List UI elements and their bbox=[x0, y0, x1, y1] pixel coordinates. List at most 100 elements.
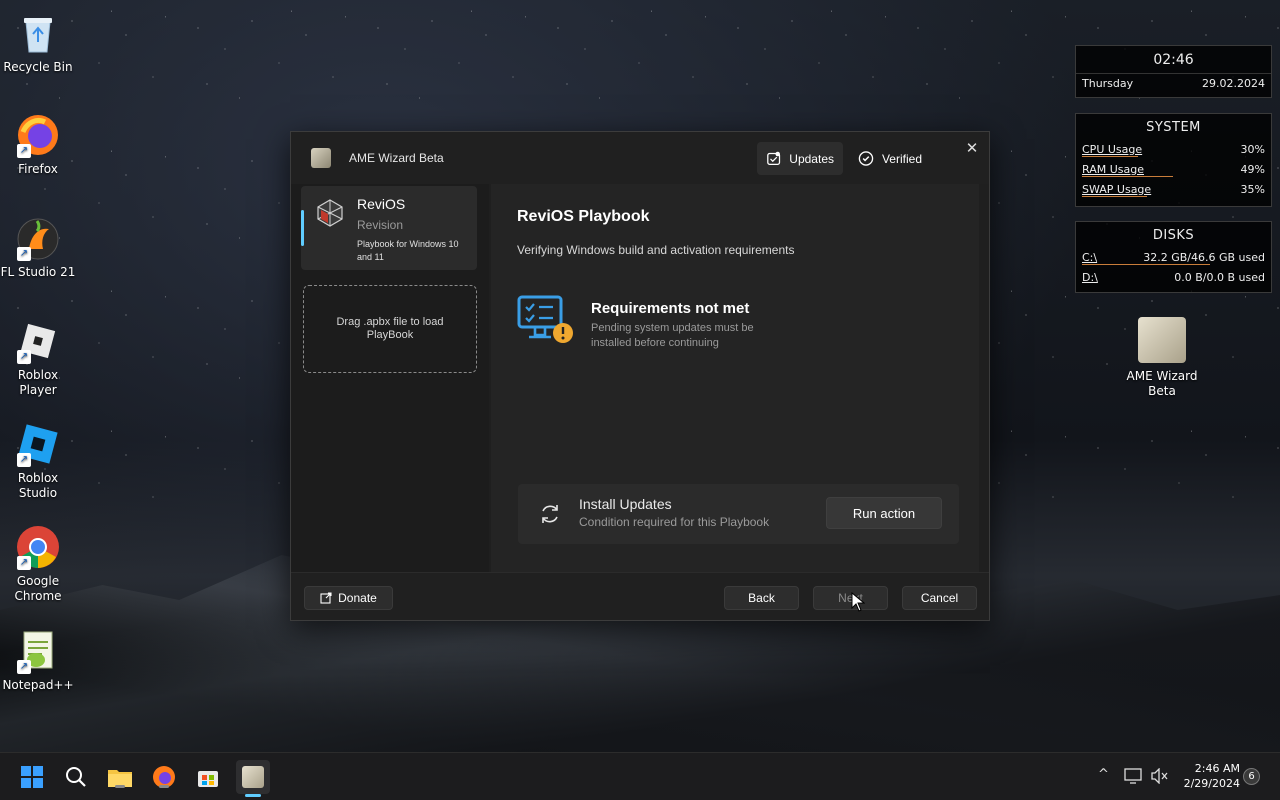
notification-badge[interactable]: 6 bbox=[1243, 768, 1260, 785]
widget-row-value: 0.0 B/0.0 B used bbox=[1174, 270, 1265, 284]
taskbar-time: 2:46 AM bbox=[1194, 762, 1240, 775]
widget-clock-date: 29.02.2024 bbox=[1202, 77, 1265, 90]
playbook-details: ReviOS Playbook Verifying Windows build … bbox=[489, 184, 989, 572]
chrome-icon: ↗ bbox=[15, 524, 61, 570]
shortcut-arrow-icon: ↗ bbox=[17, 453, 31, 467]
widget-row-value: 35% bbox=[1240, 182, 1265, 196]
mouse-cursor-icon bbox=[851, 592, 865, 612]
firefox-icon[interactable] bbox=[150, 763, 178, 791]
run-action-button[interactable]: Run action bbox=[826, 497, 942, 529]
donate-label: Donate bbox=[338, 591, 377, 605]
widget-clock-time: 02:46 bbox=[1153, 52, 1194, 68]
desktop-icon-label: FL Studio 21 bbox=[0, 265, 76, 279]
desktop-icon-roblox-studio[interactable]: ↗ Roblox Studio bbox=[0, 421, 76, 501]
widget-row-value: 32.2 GB/46.6 GB used bbox=[1143, 250, 1265, 264]
firefox-icon: ↗ bbox=[15, 112, 61, 158]
volume-muted-icon[interactable] bbox=[1150, 768, 1168, 784]
donate-button[interactable]: Donate bbox=[304, 586, 393, 610]
updates-icon bbox=[767, 151, 781, 165]
updates-button[interactable]: Updates bbox=[757, 142, 843, 175]
taskbar-clock[interactable]: 2:46 AM 2/29/2024 bbox=[1176, 761, 1240, 791]
desktop-icon-fl-studio[interactable]: ↗ FL Studio 21 bbox=[0, 215, 76, 280]
desktop-icon-roblox-player[interactable]: ↗ Roblox Player bbox=[0, 318, 76, 398]
widget-row-label: RAM Usage bbox=[1082, 162, 1144, 176]
desktop-icon-recycle-bin[interactable]: Recycle Bin bbox=[0, 10, 76, 75]
shortcut-arrow-icon: ↗ bbox=[17, 247, 31, 261]
cancel-button[interactable]: Cancel bbox=[902, 586, 977, 610]
roblox-player-icon: ↗ bbox=[15, 318, 61, 364]
refresh-icon bbox=[542, 505, 558, 523]
widget-row-label: SWAP Usage bbox=[1082, 182, 1152, 196]
status-text: Verifying Windows build and activation r… bbox=[517, 243, 795, 257]
desktop-icon-ame-wizard[interactable]: AME Wizard Beta bbox=[1124, 317, 1200, 399]
file-explorer-icon[interactable] bbox=[106, 763, 134, 791]
widget-title: DISKS bbox=[1152, 228, 1195, 243]
widget-row-label: C:\ bbox=[1082, 250, 1098, 264]
playbook-subtitle: Revision bbox=[357, 218, 404, 232]
revios-logo-icon bbox=[317, 199, 343, 227]
search-icon[interactable] bbox=[62, 763, 90, 791]
widget-row: SWAP Usage 35% bbox=[1076, 179, 1271, 199]
verified-button[interactable]: Verified bbox=[849, 142, 931, 175]
action-title: Install Updates bbox=[579, 496, 672, 512]
roblox-studio-icon: ↗ bbox=[15, 421, 61, 467]
selection-indicator bbox=[301, 210, 304, 246]
desktop-icon-notepad-plus-plus[interactable]: ↗ Notepad++ bbox=[0, 628, 76, 693]
shortcut-arrow-icon: ↗ bbox=[17, 660, 31, 674]
verified-shield-icon bbox=[858, 151, 874, 166]
widget-title: SYSTEM bbox=[1146, 120, 1201, 135]
updates-label: Updates bbox=[789, 151, 834, 166]
ame-wizard-icon[interactable] bbox=[236, 760, 270, 797]
widget-clock-day: Thursday bbox=[1082, 77, 1134, 90]
desktop-icon-label: Firefox bbox=[18, 162, 58, 176]
desktop-icon-label: Recycle Bin bbox=[3, 60, 73, 74]
desktop-icon-chrome[interactable]: ↗ Google Chrome bbox=[0, 524, 76, 604]
active-indicator bbox=[245, 794, 261, 797]
dialog-footer: Donate Back Next Cancel bbox=[291, 572, 989, 620]
ame-wizard-icon bbox=[311, 148, 331, 168]
chevron-up-icon[interactable]: ^ bbox=[1098, 767, 1109, 782]
apbx-drop-zone[interactable]: Drag .apbx file to load PlayBook bbox=[303, 285, 477, 373]
playbook-description: Playbook for Windows 10 and 11 bbox=[357, 239, 459, 262]
fl-studio-icon: ↗ bbox=[15, 215, 61, 261]
playbook-card-revios[interactable]: ReviOS Revision Playbook for Windows 10 … bbox=[301, 186, 477, 270]
network-icon[interactable] bbox=[1124, 768, 1142, 784]
back-button[interactable]: Back bbox=[724, 586, 799, 610]
usage-bar bbox=[1082, 264, 1210, 265]
widget-row-label: D:\ bbox=[1082, 270, 1098, 284]
notepad-plus-plus-icon: ↗ bbox=[15, 628, 61, 674]
widget-row-value: 49% bbox=[1240, 162, 1265, 176]
widget-row: CPU Usage 30% bbox=[1076, 139, 1271, 159]
shortcut-arrow-icon: ↗ bbox=[17, 144, 31, 158]
ame-wizard-window: AME Wizard Beta Updates Verified ✕ ReviO… bbox=[290, 131, 990, 621]
widget-row: RAM Usage 49% bbox=[1076, 159, 1271, 179]
verified-label: Verified bbox=[881, 151, 922, 166]
usage-bar bbox=[1082, 156, 1138, 157]
ame-wizard-icon bbox=[1138, 317, 1186, 363]
widget-row: C:\ 32.2 GB/46.6 GB used bbox=[1076, 247, 1271, 267]
desktop-icon-label: Google Chrome bbox=[14, 574, 62, 603]
shortcut-arrow-icon: ↗ bbox=[17, 350, 31, 364]
requirements-description: Pending system updates must be installed… bbox=[591, 322, 754, 349]
desktop-icon-label: Notepad++ bbox=[2, 678, 74, 692]
shortcut-arrow-icon: ↗ bbox=[17, 556, 31, 570]
taskbar: ^ 2:46 AM 2/29/2024 6 bbox=[0, 752, 1280, 800]
disks-widget: DISKS C:\ 32.2 GB/46.6 GB used D:\ 0.0 B/0.… bbox=[1075, 221, 1272, 293]
running-indicator bbox=[159, 785, 169, 788]
desktop-icon-firefox[interactable]: ↗ Firefox bbox=[0, 112, 76, 177]
system-widget: SYSTEM CPU Usage 30% RAM Usage 49% SWAP Usag… bbox=[1075, 113, 1272, 207]
action-subtitle: Condition required for this Playbook bbox=[579, 515, 770, 529]
usage-bar bbox=[1082, 196, 1147, 197]
widget-row-label: CPU Usage bbox=[1082, 142, 1143, 156]
close-icon[interactable]: ✕ bbox=[961, 138, 983, 160]
recycle-bin-icon bbox=[15, 10, 61, 56]
window-title: AME Wizard Beta bbox=[349, 151, 444, 165]
running-indicator bbox=[115, 785, 125, 788]
desktop-icon-label: Roblox Player bbox=[17, 368, 59, 397]
title-bar: AME Wizard Beta Updates Verified ✕ bbox=[291, 132, 989, 184]
microsoft-store-icon[interactable] bbox=[194, 763, 222, 791]
widget-row: D:\ 0.0 B/0.0 B used bbox=[1076, 267, 1271, 287]
taskbar-date: 2/29/2024 bbox=[1183, 777, 1240, 790]
external-link-icon bbox=[320, 592, 332, 604]
start-icon[interactable] bbox=[18, 763, 46, 791]
